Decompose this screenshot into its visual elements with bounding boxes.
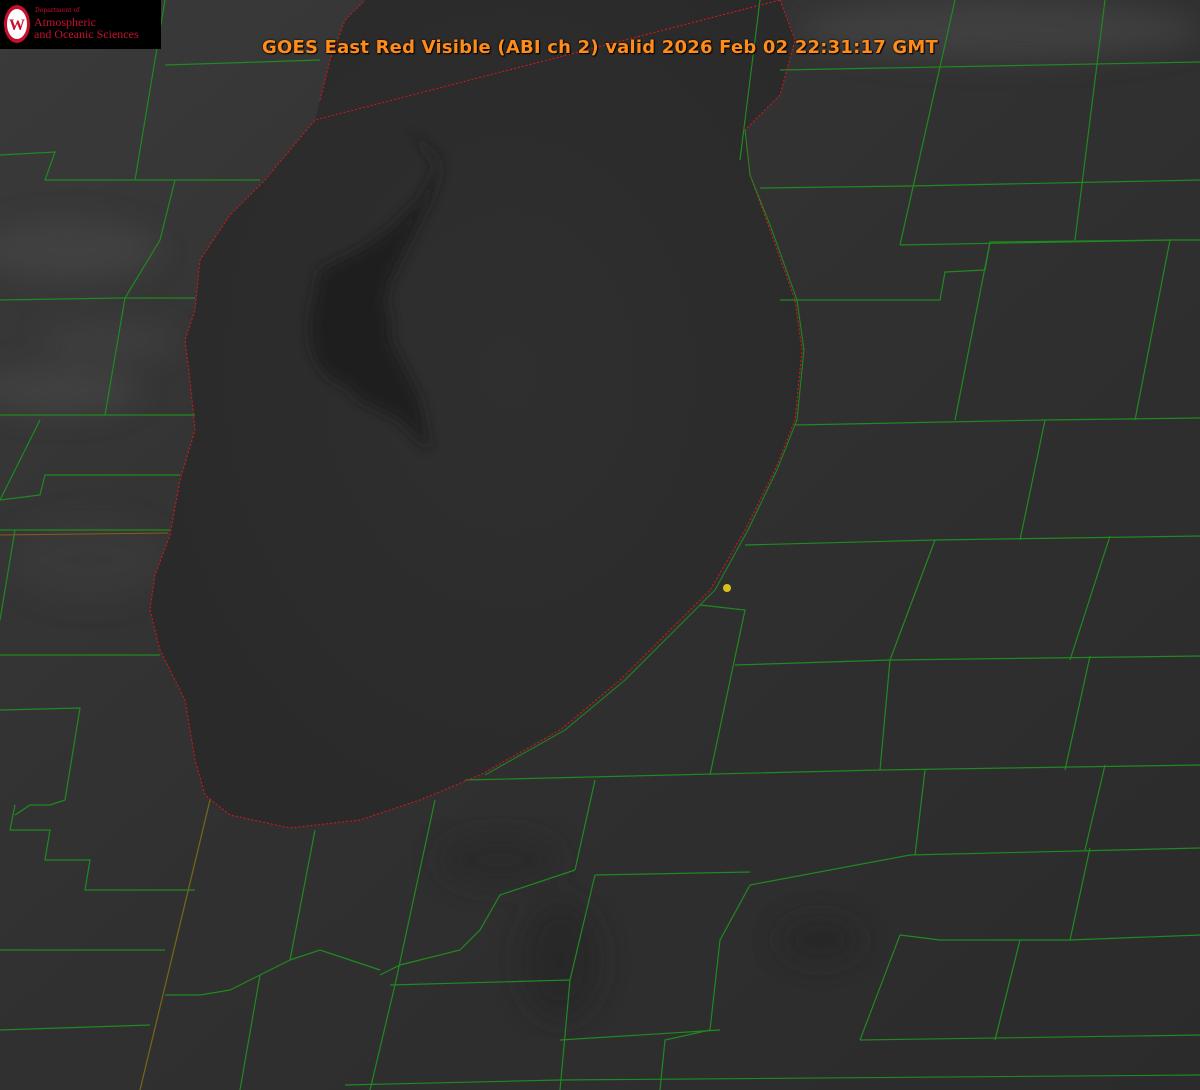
logo-department: Department of <box>35 7 80 14</box>
satellite-image <box>0 0 1200 1090</box>
seal-letter: W <box>9 17 25 34</box>
location-marker <box>723 584 731 592</box>
image-title: GOES East Red Visible (ABI ch 2) valid 2… <box>261 37 938 58</box>
